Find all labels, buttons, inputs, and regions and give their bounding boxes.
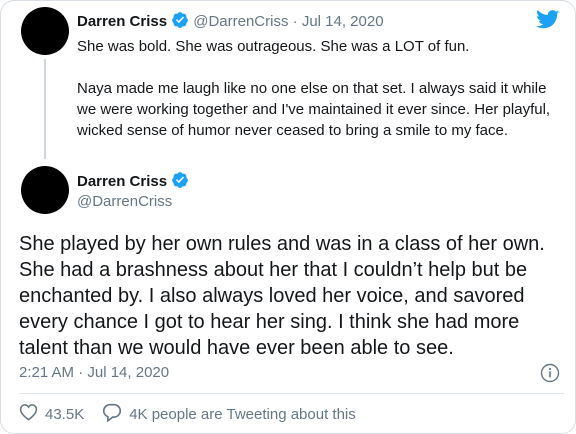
twitter-bird-icon[interactable]: [536, 10, 560, 35]
parent-avatar[interactable]: [21, 7, 69, 55]
thread-line: [44, 59, 46, 159]
heart-icon: [19, 403, 45, 425]
like-stat[interactable]: 43.5K: [19, 403, 84, 425]
info-icon[interactable]: [540, 363, 560, 388]
parent-author-handle[interactable]: @DarrenCriss: [193, 13, 288, 30]
divider: [19, 393, 564, 394]
parent-paragraph: Naya made me laugh like no one else on t…: [77, 80, 551, 139]
main-author-name-row: Darren Criss: [77, 171, 189, 194]
parent-paragraph: She was bold. She was outrageous. She wa…: [77, 38, 470, 55]
main-tweet-text: She played by her own rules and was in a…: [19, 233, 545, 359]
main-author-name[interactable]: Darren Criss: [77, 173, 167, 190]
tweet-card: Darren Criss @DarrenCriss · Jul 14, 2020…: [0, 0, 576, 434]
like-count: 43.5K: [45, 405, 85, 423]
parent-author-name[interactable]: Darren Criss: [77, 13, 167, 30]
parent-separator: ·: [292, 13, 298, 30]
tweeting-count-label: 4K people are Tweeting about this: [129, 405, 356, 423]
speech-bubble-icon: [102, 403, 129, 426]
tweeting-stat[interactable]: 4K people are Tweeting about this: [102, 403, 356, 426]
parent-tweet-header: Darren Criss @DarrenCriss · Jul 14, 2020: [77, 11, 384, 33]
parent-tweet-text: She was bold. She was outrageous. She wa…: [77, 36, 551, 141]
verified-badge-icon: [171, 11, 189, 33]
main-author-handle[interactable]: @DarrenCriss: [77, 193, 172, 210]
tweet-timestamp[interactable]: 2:21 AM · Jul 14, 2020: [19, 364, 169, 381]
tweet-stats: 43.5K 4K people are Tweeting about this: [19, 403, 356, 426]
verified-badge-icon: [171, 171, 189, 194]
parent-tweet-date[interactable]: Jul 14, 2020: [302, 13, 384, 30]
author-avatar[interactable]: [21, 166, 69, 214]
